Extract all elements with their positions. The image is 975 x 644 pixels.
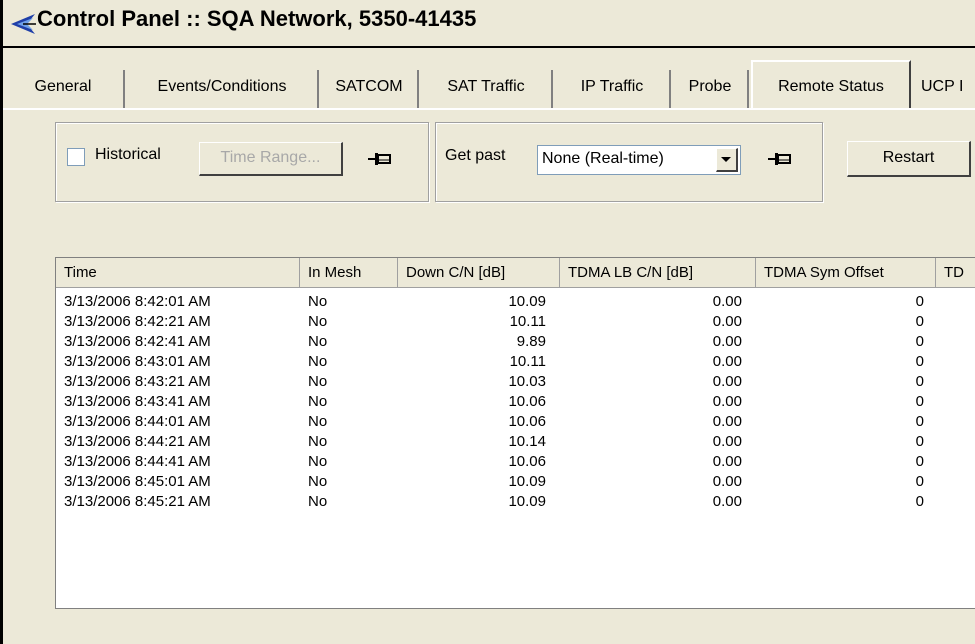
- cell-in-mesh: No: [308, 333, 328, 350]
- cell-time: 3/13/2006 8:42:41 AM: [64, 333, 211, 350]
- tab-ip-traffic[interactable]: IP Traffic: [555, 70, 671, 110]
- cell-tdma-sym-offset: 0: [915, 333, 924, 350]
- cell-tdma-sym-offset: 0: [915, 413, 924, 430]
- cell-tdma-lb-cn: 0.00: [712, 373, 742, 390]
- get-past-value: None (Real-time): [542, 150, 664, 167]
- cell-down-cn: 10.06: [508, 393, 546, 410]
- column-header-td[interactable]: TD: [936, 258, 975, 288]
- cell-tdma-lb-cn: 0.00: [712, 413, 742, 430]
- window-title: Control Panel :: SQA Network, 5350-41435: [37, 6, 477, 31]
- get-past-label: Get past: [445, 147, 506, 164]
- cell-in-mesh: No: [308, 313, 328, 330]
- table-row[interactable]: 3/13/2006 8:43:21 AM No 10.03 0.00 0: [56, 372, 975, 392]
- cell-tdma-lb-cn: 0.00: [712, 433, 742, 450]
- cell-tdma-sym-offset: 0: [915, 313, 924, 330]
- cell-in-mesh: No: [308, 433, 328, 450]
- cell-tdma-lb-cn: 0.00: [712, 393, 742, 410]
- tab-sat-traffic[interactable]: SAT Traffic: [421, 70, 553, 110]
- cell-down-cn: 10.09: [508, 473, 546, 490]
- table-row[interactable]: 3/13/2006 8:44:21 AM No 10.14 0.00 0: [56, 432, 975, 452]
- cell-down-cn: 9.89: [516, 333, 546, 350]
- cell-tdma-sym-offset: 0: [915, 493, 924, 510]
- time-range-button[interactable]: Time Range...: [199, 142, 343, 176]
- dropdown-button[interactable]: [716, 148, 738, 172]
- pushpin-icon[interactable]: [367, 151, 393, 167]
- table-row[interactable]: 3/13/2006 8:45:01 AM No 10.09 0.00 0: [56, 472, 975, 492]
- cell-down-cn: 10.03: [508, 373, 546, 390]
- cell-down-cn: 10.09: [508, 493, 546, 510]
- tab-strip: General Events/Conditions SATCOM SAT Tra…: [3, 60, 975, 110]
- cell-tdma-lb-cn: 0.00: [712, 493, 742, 510]
- table-row[interactable]: 3/13/2006 8:42:01 AM No 10.09 0.00 0: [56, 292, 975, 312]
- restart-button[interactable]: Restart: [847, 141, 971, 177]
- tab-divider: [3, 108, 975, 110]
- cell-in-mesh: No: [308, 453, 328, 470]
- cell-in-mesh: No: [308, 473, 328, 490]
- cell-time: 3/13/2006 8:43:21 AM: [64, 373, 211, 390]
- control-panel-window: Control Panel :: SQA Network, 5350-41435…: [0, 0, 975, 644]
- table-row[interactable]: 3/13/2006 8:42:21 AM No 10.11 0.00 0: [56, 312, 975, 332]
- cell-tdma-sym-offset: 0: [915, 453, 924, 470]
- tab-probe[interactable]: Probe: [673, 70, 749, 110]
- cell-tdma-lb-cn: 0.00: [712, 313, 742, 330]
- cell-tdma-lb-cn: 0.00: [712, 453, 742, 470]
- cell-tdma-lb-cn: 0.00: [712, 293, 742, 310]
- table-row[interactable]: 3/13/2006 8:42:41 AM No 9.89 0.00 0: [56, 332, 975, 352]
- column-header-in-mesh[interactable]: In Mesh: [300, 258, 398, 288]
- column-header-tdma-sym-offset[interactable]: TDMA Sym Offset: [756, 258, 936, 288]
- cell-tdma-sym-offset: 0: [915, 433, 924, 450]
- cell-down-cn: 10.09: [508, 293, 546, 310]
- cell-in-mesh: No: [308, 373, 328, 390]
- get-past-select[interactable]: None (Real-time): [537, 145, 741, 175]
- cell-down-cn: 10.11: [509, 313, 546, 330]
- cell-time: 3/13/2006 8:44:21 AM: [64, 433, 211, 450]
- cell-time: 3/13/2006 8:43:01 AM: [64, 353, 211, 370]
- cell-time: 3/13/2006 8:42:21 AM: [64, 313, 211, 330]
- table-row[interactable]: 3/13/2006 8:45:21 AM No 10.09 0.00 0: [56, 492, 975, 512]
- cell-time: 3/13/2006 8:44:01 AM: [64, 413, 211, 430]
- cell-tdma-sym-offset: 0: [915, 373, 924, 390]
- cell-in-mesh: No: [308, 393, 328, 410]
- cell-down-cn: 10.11: [509, 353, 546, 370]
- table-row[interactable]: 3/13/2006 8:43:41 AM No 10.06 0.00 0: [56, 392, 975, 412]
- tab-ucp[interactable]: UCP I: [913, 70, 975, 110]
- pushpin-icon[interactable]: [767, 151, 793, 167]
- cell-tdma-sym-offset: 0: [915, 293, 924, 310]
- column-header-down-cn[interactable]: Down C/N [dB]: [398, 258, 560, 288]
- table-row[interactable]: 3/13/2006 8:44:41 AM No 10.06 0.00 0: [56, 452, 975, 472]
- title-bar[interactable]: Control Panel :: SQA Network, 5350-41435: [3, 0, 975, 48]
- cell-tdma-lb-cn: 0.00: [712, 353, 742, 370]
- cell-down-cn: 10.14: [508, 433, 546, 450]
- cell-in-mesh: No: [308, 293, 328, 310]
- remote-status-table[interactable]: Time In Mesh Down C/N [dB] TDMA LB C/N […: [55, 257, 975, 609]
- cell-in-mesh: No: [308, 493, 328, 510]
- table-row[interactable]: 3/13/2006 8:44:01 AM No 10.06 0.00 0: [56, 412, 975, 432]
- cell-tdma-lb-cn: 0.00: [712, 473, 742, 490]
- cell-time: 3/13/2006 8:45:21 AM: [64, 493, 211, 510]
- column-header-time[interactable]: Time: [56, 258, 300, 288]
- cell-tdma-sym-offset: 0: [915, 393, 924, 410]
- chevron-down-icon: [721, 157, 731, 162]
- historical-label: Historical: [95, 146, 161, 163]
- column-header-tdma-lb-cn[interactable]: TDMA LB C/N [dB]: [560, 258, 756, 288]
- table-row[interactable]: 3/13/2006 8:43:01 AM No 10.11 0.00 0: [56, 352, 975, 372]
- cell-time: 3/13/2006 8:43:41 AM: [64, 393, 211, 410]
- tab-general[interactable]: General: [3, 70, 125, 110]
- tab-satcom[interactable]: SATCOM: [321, 70, 419, 110]
- cell-tdma-sym-offset: 0: [915, 353, 924, 370]
- table-header: Time In Mesh Down C/N [dB] TDMA LB C/N […: [56, 258, 975, 288]
- tab-remote-status[interactable]: Remote Status: [751, 60, 911, 110]
- cell-time: 3/13/2006 8:44:41 AM: [64, 453, 211, 470]
- cell-tdma-sym-offset: 0: [915, 473, 924, 490]
- cell-time: 3/13/2006 8:42:01 AM: [64, 293, 211, 310]
- cell-down-cn: 10.06: [508, 453, 546, 470]
- cell-tdma-lb-cn: 0.00: [712, 333, 742, 350]
- cell-down-cn: 10.06: [508, 413, 546, 430]
- historical-checkbox[interactable]: [67, 148, 85, 166]
- cell-in-mesh: No: [308, 413, 328, 430]
- cell-time: 3/13/2006 8:45:01 AM: [64, 473, 211, 490]
- tab-events-conditions[interactable]: Events/Conditions: [127, 70, 319, 110]
- satellite-dish-icon: [11, 14, 36, 34]
- cell-in-mesh: No: [308, 353, 328, 370]
